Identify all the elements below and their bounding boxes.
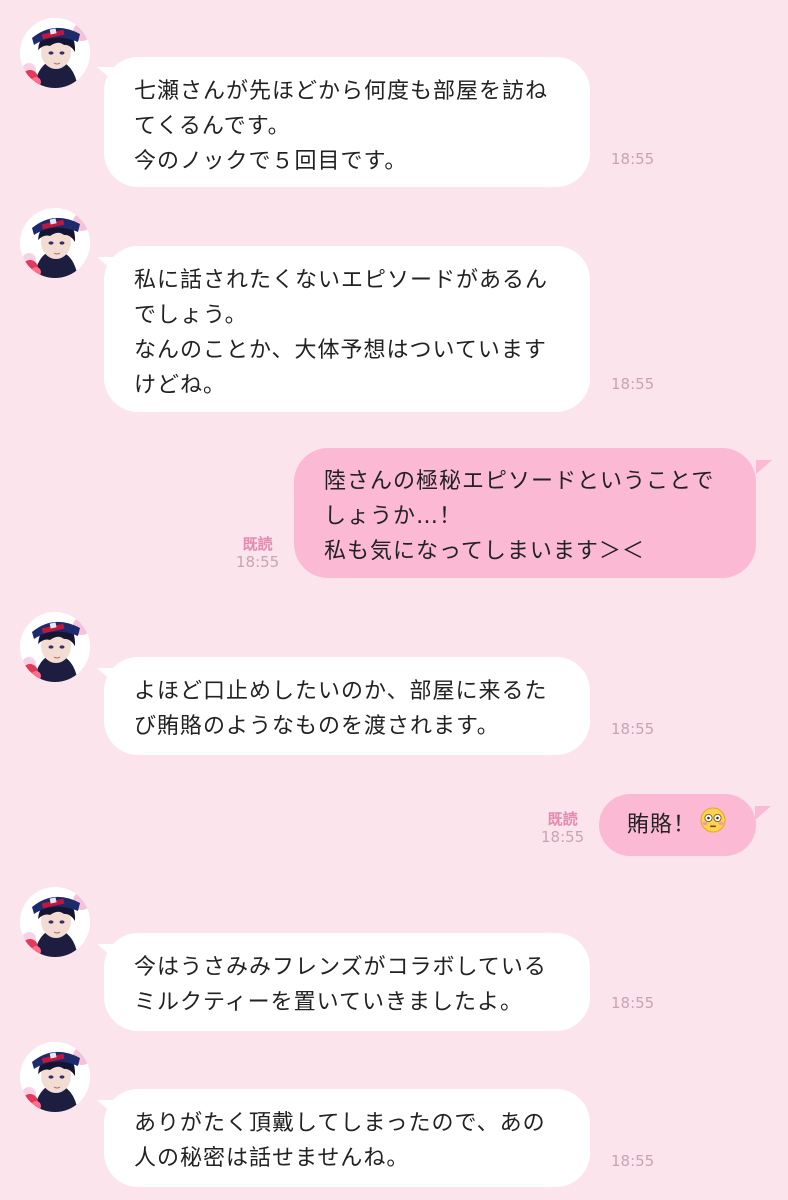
avatar-image: [20, 1042, 90, 1112]
outgoing-message-bubble[interactable]: 賄賂！: [599, 794, 756, 856]
flushed-face-emoji-icon: [700, 807, 726, 844]
contact-avatar[interactable]: [20, 612, 90, 682]
incoming-message-bubble[interactable]: 今はうさみみフレンズがコラボしている ミルクティーを置いていきましたよ。: [104, 933, 590, 1031]
incoming-message-bubble[interactable]: ありがたく頂戴してしまったので、あの 人の秘密は話せませんね。: [104, 1089, 590, 1187]
message-timestamp: 18:55: [236, 553, 280, 571]
message-text-line: よほど口止めしたいのか、部屋に来るた: [134, 679, 548, 704]
message-text-line: なんのことか、大体予想はついています: [134, 338, 547, 363]
message-timestamp: 18:55: [611, 375, 655, 393]
contact-avatar[interactable]: [20, 887, 90, 957]
message-text-line: ミルクティーを置いていきましたよ。: [134, 990, 524, 1015]
read-receipt: 既読 18:55: [236, 535, 279, 571]
message-text: 賄賂！: [627, 812, 697, 838]
incoming-message-bubble[interactable]: 七瀬さんが先ほどから何度も部屋を訪ね てくるんです。 今のノックで５回目です。: [104, 57, 590, 187]
message-timestamp: 18:55: [611, 1152, 655, 1170]
message-timestamp: 18:55: [611, 994, 655, 1012]
message-text-line: 私に話されたくないエピソードがあるん: [134, 268, 549, 293]
message-text-line: び賄賂のようなものを渡されます。: [134, 714, 500, 739]
bubble-tail: [755, 806, 771, 820]
read-label: 既読: [242, 535, 273, 553]
message-text-line: 今のノックで５回目です。: [134, 149, 408, 174]
avatar-image: [20, 18, 90, 88]
bubble-tail: [756, 460, 772, 474]
incoming-message-bubble[interactable]: 私に話されたくないエピソードがあるん でしょう。 なんのことか、大体予想はついて…: [104, 246, 590, 412]
message-text-line: 陸さんの極秘エピソードということで: [324, 469, 715, 494]
message-text-line: 七瀬さんが先ほどから何度も部屋を訪ね: [134, 79, 549, 104]
message-text-line: ありがたく頂戴してしまったので、あの: [134, 1111, 546, 1136]
avatar-image: [20, 208, 90, 278]
message-text-line: てくるんです。: [134, 114, 291, 139]
message-timestamp: 18:55: [611, 720, 655, 738]
message-text-line: 人の秘密は話せませんね。: [134, 1146, 410, 1171]
message-text-line: 今はうさみみフレンズがコラボしている: [134, 955, 547, 980]
outgoing-message-bubble[interactable]: 陸さんの極秘エピソードということで しょうか…！ 私も気になってしまいます＞＜: [294, 448, 756, 578]
message-text-line: けどね。: [134, 373, 227, 398]
avatar-image: [20, 887, 90, 957]
avatar-image: [20, 612, 90, 682]
message-timestamp: 18:55: [541, 828, 585, 846]
contact-avatar[interactable]: [20, 1042, 90, 1112]
message-line-wrap: 賄賂！: [627, 807, 756, 844]
contact-avatar[interactable]: [20, 18, 90, 88]
contact-avatar[interactable]: [20, 208, 90, 278]
read-label: 既読: [547, 810, 578, 828]
message-text-line: しょうか…！: [324, 504, 463, 529]
incoming-message-bubble[interactable]: よほど口止めしたいのか、部屋に来るた び賄賂のようなものを渡されます。: [104, 657, 590, 755]
message-text-line: 私も気になってしまいます＞＜: [324, 539, 645, 564]
message-timestamp: 18:55: [611, 150, 655, 168]
message-text-line: でしょう。: [134, 303, 248, 328]
read-receipt: 既読 18:55: [541, 810, 584, 846]
